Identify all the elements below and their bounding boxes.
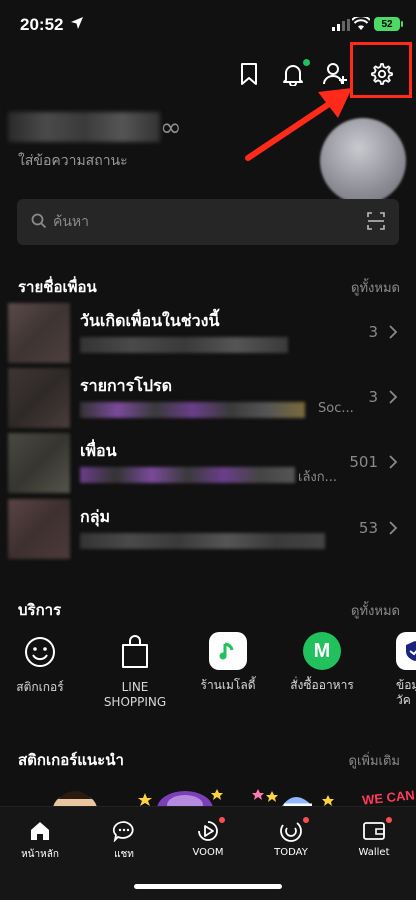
profile-name-symbol: ∞ bbox=[160, 113, 182, 143]
shield-icon bbox=[406, 641, 416, 661]
voom-notification-dot bbox=[219, 817, 225, 823]
service-food-order[interactable]: M สั่งซื้ออาหาร bbox=[272, 632, 372, 693]
service-label: สติกเกอร์ bbox=[16, 680, 64, 694]
stickers-section-title: สติกเกอร์แนะนำ bbox=[18, 751, 124, 769]
wifi-icon bbox=[352, 17, 370, 30]
row-thumbnail bbox=[8, 303, 70, 363]
chevron-right-icon bbox=[389, 325, 398, 339]
qr-scan-icon[interactable] bbox=[367, 212, 385, 230]
service-label: LINE SHOPPING bbox=[103, 680, 167, 709]
row-count: 3 bbox=[368, 323, 378, 341]
row-thumbnail bbox=[8, 433, 70, 493]
profile-name-blurred[interactable] bbox=[8, 112, 160, 142]
sticker-item-4[interactable]: WE CAN bbox=[361, 787, 415, 807]
row-subtitle-tail: Soc... bbox=[318, 401, 354, 416]
service-stickers[interactable]: สติกเกอร์ bbox=[0, 632, 90, 695]
friend-row-favorites[interactable]: รายการโปรด Soc... 3 bbox=[0, 366, 416, 430]
tab-label: หน้าหลัก bbox=[21, 849, 59, 860]
service-label: ร้านเมโลดี้ bbox=[200, 678, 256, 692]
service-melody-shop[interactable]: ร้านเมโลดี้ bbox=[178, 632, 278, 693]
friends-section-title: รายชื่อเพื่อน bbox=[18, 278, 97, 296]
tab-label: แชท bbox=[114, 849, 134, 860]
home-indicator bbox=[134, 884, 282, 889]
shopping-bag-icon bbox=[122, 635, 148, 668]
tab-home[interactable]: หน้าหลัก bbox=[0, 817, 80, 862]
search-icon bbox=[31, 213, 47, 229]
row-count: 3 bbox=[368, 388, 378, 406]
status-message[interactable]: ใส่ข้อความสถานะ bbox=[18, 150, 128, 172]
notification-dot bbox=[303, 59, 310, 66]
line-man-icon: M bbox=[313, 639, 331, 662]
status-time: 20:52 bbox=[20, 15, 64, 34]
friends-see-all-link[interactable]: ดูทั้งหมด bbox=[351, 277, 400, 298]
service-line-shopping[interactable]: LINE SHOPPING bbox=[85, 632, 185, 710]
tab-label: VOOM bbox=[192, 847, 224, 858]
wallet-icon bbox=[363, 822, 385, 840]
services-see-all-link[interactable]: ดูทั้งหมด bbox=[351, 600, 400, 621]
friend-row-birthdays[interactable]: วันเกิดเพื่อนในช่วงนี้ 3 bbox=[0, 301, 416, 365]
chevron-right-icon bbox=[389, 455, 398, 469]
row-count: 501 bbox=[349, 453, 378, 471]
row-subtitle-blurred bbox=[80, 337, 288, 353]
row-subtitle-blurred bbox=[80, 402, 305, 418]
battery-indicator: 52 bbox=[374, 17, 403, 31]
row-title: กลุ่ม bbox=[80, 507, 111, 526]
tab-today[interactable]: TODAY bbox=[251, 817, 331, 858]
service-label: ข้อมู วัค bbox=[396, 678, 416, 707]
stickers-see-more-link[interactable]: ดูเพิ่มเติม bbox=[349, 750, 400, 771]
tab-voom[interactable]: VOOM bbox=[168, 817, 248, 858]
today-notification-dot bbox=[303, 817, 309, 823]
tab-label: Wallet bbox=[358, 847, 390, 858]
row-title: รายการโปรด bbox=[80, 376, 172, 395]
today-icon bbox=[280, 822, 302, 842]
music-note-icon bbox=[219, 642, 234, 660]
location-arrow-icon bbox=[71, 17, 83, 29]
chevron-right-icon bbox=[389, 390, 398, 404]
friend-row-friends[interactable]: เพื่อน เล้งก... 501 bbox=[0, 431, 416, 495]
services-section-title: บริการ bbox=[18, 601, 62, 619]
profile-avatar[interactable] bbox=[320, 118, 406, 204]
search-bar[interactable] bbox=[17, 199, 399, 245]
home-icon bbox=[31, 822, 49, 840]
row-title: เพื่อน bbox=[80, 441, 117, 460]
row-title: วันเกิดเพื่อนในช่วงนี้ bbox=[80, 311, 220, 330]
search-input[interactable] bbox=[53, 209, 353, 235]
row-thumbnail bbox=[8, 499, 70, 559]
row-thumbnail bbox=[8, 368, 70, 428]
smiley-icon bbox=[25, 637, 55, 667]
service-label: สั่งซื้ออาหาร bbox=[290, 678, 354, 692]
voom-icon bbox=[198, 821, 218, 841]
friend-row-groups[interactable]: กลุ่ม 53 bbox=[0, 497, 416, 561]
chevron-right-icon bbox=[389, 521, 398, 535]
row-count: 53 bbox=[358, 519, 378, 537]
tab-chat[interactable]: แชท bbox=[84, 817, 164, 862]
row-subtitle-blurred bbox=[80, 533, 325, 549]
row-subtitle-blurred bbox=[80, 467, 295, 483]
wallet-notification-dot bbox=[386, 817, 392, 823]
chat-icon bbox=[112, 821, 134, 842]
row-subtitle-tail: เล้งก... bbox=[298, 470, 338, 485]
tab-wallet[interactable]: Wallet bbox=[334, 817, 414, 858]
service-vaccine-info[interactable]: ข้อมู วัค bbox=[366, 632, 416, 708]
signal-icon bbox=[332, 19, 350, 31]
tab-label: TODAY bbox=[274, 847, 308, 858]
